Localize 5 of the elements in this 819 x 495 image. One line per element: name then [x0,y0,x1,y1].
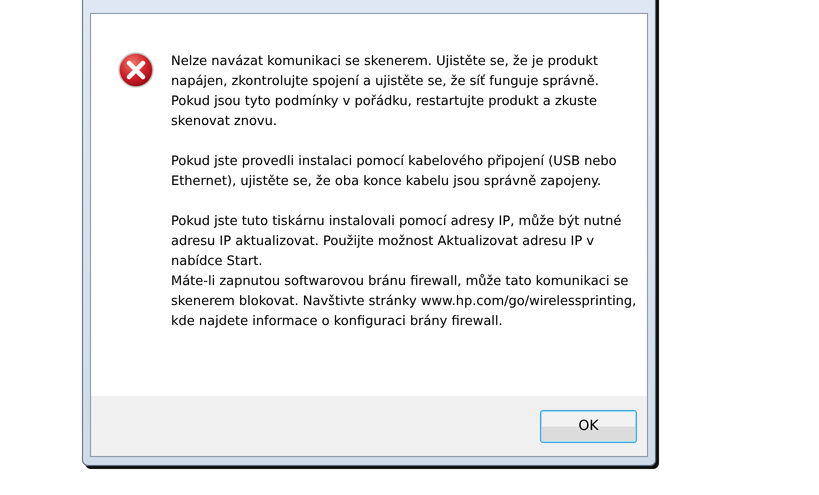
message-text: Pokud jste provedli instalaci pomocí kabelového připojení (USB nebo Ethernet), ujistěte se, že oba konce kabelu jsou správně zapojeny. [171,153,618,191]
message-text: Nelze navázat komunikaci se skenerem. Ujistěte se, že je produkt napájen, zkontrolujte spojení a ujistěte se, že síť funguje správně. Pokud jsou tyto podmínky v pořádku, restartujte produkt a zkuste skenovat znovu. [171,53,600,131]
ok-button[interactable]: OK [540,410,637,442]
error-icon [118,52,154,88]
message-text: Pokud jste tuto tiskárnu instalovali pomocí adresy IP, může být nutné adresu IP aktualizovat. Použijte možnost Aktualizovat adresu IP v nabídce Start. Máte-li zapnutou softwarovou bránu firewall, může tato komunikaci se skenerem blokovat. Navštivte stránky www.hp.com/go/wirelessprinting, kde najdete informace o konfiguraci brány firewall. [171,213,637,331]
